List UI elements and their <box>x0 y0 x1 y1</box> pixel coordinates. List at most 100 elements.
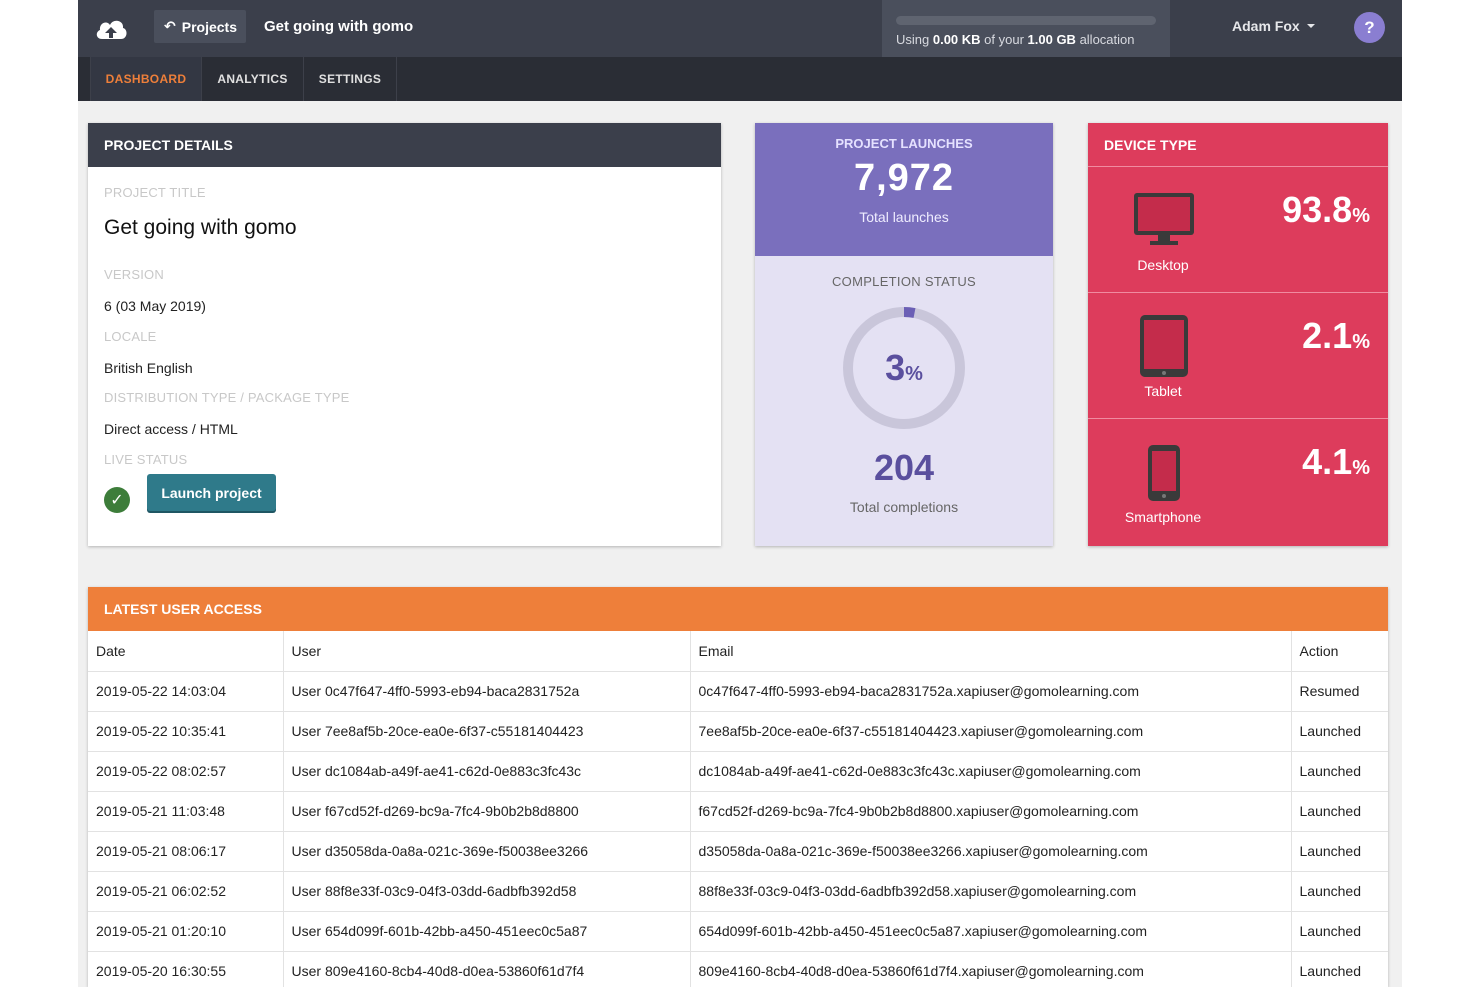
table-row: 2019-05-22 14:03:04 User 0c47f647-4ff0-59… <box>88 671 1388 712</box>
device-row-smartphone: Smartphone 4.1% <box>1088 419 1388 545</box>
smartphone-icon <box>1148 445 1180 501</box>
cell-email: f67cd52f-d269-bc9a-7fc4-9b0b2b8d8800.xap… <box>690 791 1292 832</box>
table-header-row: Date User Email Action <box>88 631 1388 672</box>
distribution-type-label: DISTRIBUTION TYPE / PACKAGE TYPE <box>104 390 350 405</box>
locale-label: LOCALE <box>104 329 157 344</box>
completion-percent: 3% <box>885 347 923 388</box>
cell-user: User 654d099f-601b-42bb-a450-451eec0c5a8… <box>283 911 691 952</box>
tab-settings[interactable]: SETTINGS <box>304 57 397 101</box>
live-status-check-icon: ✓ <box>104 487 130 513</box>
cell-action: Launched <box>1291 711 1388 752</box>
column-header-email[interactable]: Email <box>690 631 1292 672</box>
cell-email: 88f8e33f-03c9-04f3-03dd-6adbfb392d58.xap… <box>690 871 1292 912</box>
completions-sub: Total completions <box>849 499 959 515</box>
table-row: 2019-05-20 16:30:55 User 809e4160-8cb4-40… <box>88 951 1388 987</box>
back-arrow-icon: ↶ <box>164 18 176 34</box>
device-name: Tablet <box>1144 383 1182 399</box>
storage-total: 1.00 GB <box>1027 32 1076 47</box>
help-button[interactable]: ? <box>1354 12 1385 43</box>
latest-user-access-card: LATEST USER ACCESS Date User Email Actio… <box>88 587 1388 987</box>
completions-total: 204 <box>873 447 935 488</box>
cell-user: User dc1084ab-a49f-ae41-c62d-0e883c3fc43… <box>283 751 691 792</box>
projects-back-button[interactable]: ↶ Projects <box>154 10 246 43</box>
device-row-desktop: Desktop 93.8% <box>1088 167 1388 293</box>
device-percent: 2.1% <box>1302 315 1370 356</box>
storage-text: Using 0.00 KB of your 1.00 GB allocation <box>896 32 1135 47</box>
table-row: 2019-05-21 11:03:48 User f67cd52f-d269-bc… <box>88 791 1388 832</box>
version-label: VERSION <box>104 267 164 282</box>
launches-total: 7,972 <box>853 157 955 199</box>
cell-action: Launched <box>1291 871 1388 912</box>
launches-sub: Total launches <box>859 209 949 225</box>
cell-action: Launched <box>1291 951 1388 987</box>
table-row: 2019-05-22 08:02:57 User dc1084ab-a49f-ae… <box>88 751 1388 792</box>
cell-user: User d35058da-0a8a-021c-369e-f50038ee326… <box>283 831 691 872</box>
cell-user: User 0c47f647-4ff0-5993-eb94-baca2831752… <box>283 671 691 712</box>
device-percent: 4.1% <box>1302 441 1370 482</box>
desktop-icon <box>1134 193 1194 245</box>
cell-email: 0c47f647-4ff0-5993-eb94-baca2831752a.xap… <box>690 671 1292 712</box>
cell-email: 7ee8af5b-20ce-ea0e-6f37-c55181404423.xap… <box>690 711 1292 752</box>
current-project-name: Get going with gomo <box>264 18 414 35</box>
column-header-date[interactable]: Date <box>88 631 284 672</box>
storage-used: 0.00 KB <box>932 32 981 47</box>
table-row: 2019-05-22 10:35:41 User 7ee8af5b-20ce-ea… <box>88 711 1388 752</box>
tab-dashboard[interactable]: DASHBOARD <box>90 57 202 101</box>
cell-date: 2019-05-21 08:06:17 <box>88 831 284 872</box>
cell-date: 2019-05-21 11:03:48 <box>88 791 284 832</box>
latest-user-access-heading: LATEST USER ACCESS <box>88 587 1388 631</box>
storage-progress-bar <box>896 16 1156 25</box>
completion-status-label: COMPLETION STATUS <box>831 274 977 289</box>
table-row: 2019-05-21 06:02:52 User 88f8e33f-03c9-04… <box>88 871 1388 912</box>
cell-user: User 88f8e33f-03c9-04f3-03dd-6adbfb392d5… <box>283 871 691 912</box>
device-name: Desktop <box>1137 257 1189 273</box>
cell-date: 2019-05-22 08:02:57 <box>88 751 284 792</box>
storage-usage: Using 0.00 KB of your 1.00 GB allocation <box>882 0 1170 57</box>
cell-email: 809e4160-8cb4-40d8-d0ea-53860f61d7f4.xap… <box>690 951 1292 987</box>
cell-date: 2019-05-21 06:02:52 <box>88 871 284 912</box>
main-nav: DASHBOARD ANALYTICS SETTINGS <box>78 57 1402 101</box>
cell-action: Resumed <box>1291 671 1388 712</box>
cell-date: 2019-05-22 14:03:04 <box>88 671 284 712</box>
projects-label: Projects <box>181 18 237 35</box>
device-type-heading: DEVICE TYPE <box>1088 123 1388 167</box>
cell-date: 2019-05-21 01:20:10 <box>88 911 284 952</box>
live-status-label: LIVE STATUS <box>104 452 188 467</box>
project-title-value: Get going with gomo <box>104 216 297 239</box>
launch-project-button[interactable]: Launch project <box>147 474 276 511</box>
column-header-user[interactable]: User <box>283 631 691 672</box>
cell-user: User 7ee8af5b-20ce-ea0e-6f37-c5518140442… <box>283 711 691 752</box>
cell-date: 2019-05-22 10:35:41 <box>88 711 284 752</box>
cell-action: Launched <box>1291 751 1388 792</box>
launches-label: PROJECT LAUNCHES <box>835 136 973 151</box>
top-bar: ↶ Projects Get going with gomo Using 0.0… <box>78 0 1402 57</box>
user-access-table: Date User Email Action 2019-05-22 14:03:… <box>88 631 1388 987</box>
cell-email: 654d099f-601b-42bb-a450-451eec0c5a87.xap… <box>690 911 1292 952</box>
project-title-label: PROJECT TITLE <box>104 185 206 200</box>
user-name: Adam Fox <box>1232 18 1300 34</box>
tab-analytics[interactable]: ANALYTICS <box>202 57 304 101</box>
project-details-card: PROJECT DETAILS PROJECT TITLE Get going … <box>88 123 721 546</box>
cell-action: Launched <box>1291 911 1388 952</box>
cell-email: d35058da-0a8a-021c-369e-f50038ee3266.xap… <box>690 831 1292 872</box>
tablet-icon <box>1140 315 1188 377</box>
device-percent: 93.8% <box>1282 189 1370 230</box>
cell-action: Launched <box>1291 791 1388 832</box>
locale-value: British English <box>104 360 193 376</box>
cell-user: User 809e4160-8cb4-40d8-d0ea-53860f61d7f… <box>283 951 691 987</box>
cell-email: dc1084ab-a49f-ae41-c62d-0e883c3fc43c.xap… <box>690 751 1292 792</box>
caret-down-icon <box>1306 24 1315 28</box>
project-details-heading: PROJECT DETAILS <box>88 123 721 167</box>
distribution-type-value: Direct access / HTML <box>104 421 238 437</box>
device-type-card: DEVICE TYPE Desktop 93.8% Tablet 2.1% Sm… <box>1088 123 1388 546</box>
column-header-action[interactable]: Action <box>1291 631 1388 672</box>
cell-date: 2019-05-20 16:30:55 <box>88 951 284 987</box>
table-row: 2019-05-21 01:20:10 User 654d099f-601b-42… <box>88 911 1388 952</box>
table-row: 2019-05-21 08:06:17 User d35058da-0a8a-02… <box>88 831 1388 872</box>
launches-summary: PROJECT LAUNCHES 7,972 Total launches <box>755 123 1053 256</box>
user-menu[interactable]: Adam Fox <box>1232 18 1316 34</box>
cell-action: Launched <box>1291 831 1388 872</box>
project-launches-card: PROJECT LAUNCHES 7,972 Total launches CO… <box>755 123 1053 546</box>
cloud-upload-icon[interactable] <box>94 15 128 41</box>
cell-user: User f67cd52f-d269-bc9a-7fc4-9b0b2b8d880… <box>283 791 691 832</box>
